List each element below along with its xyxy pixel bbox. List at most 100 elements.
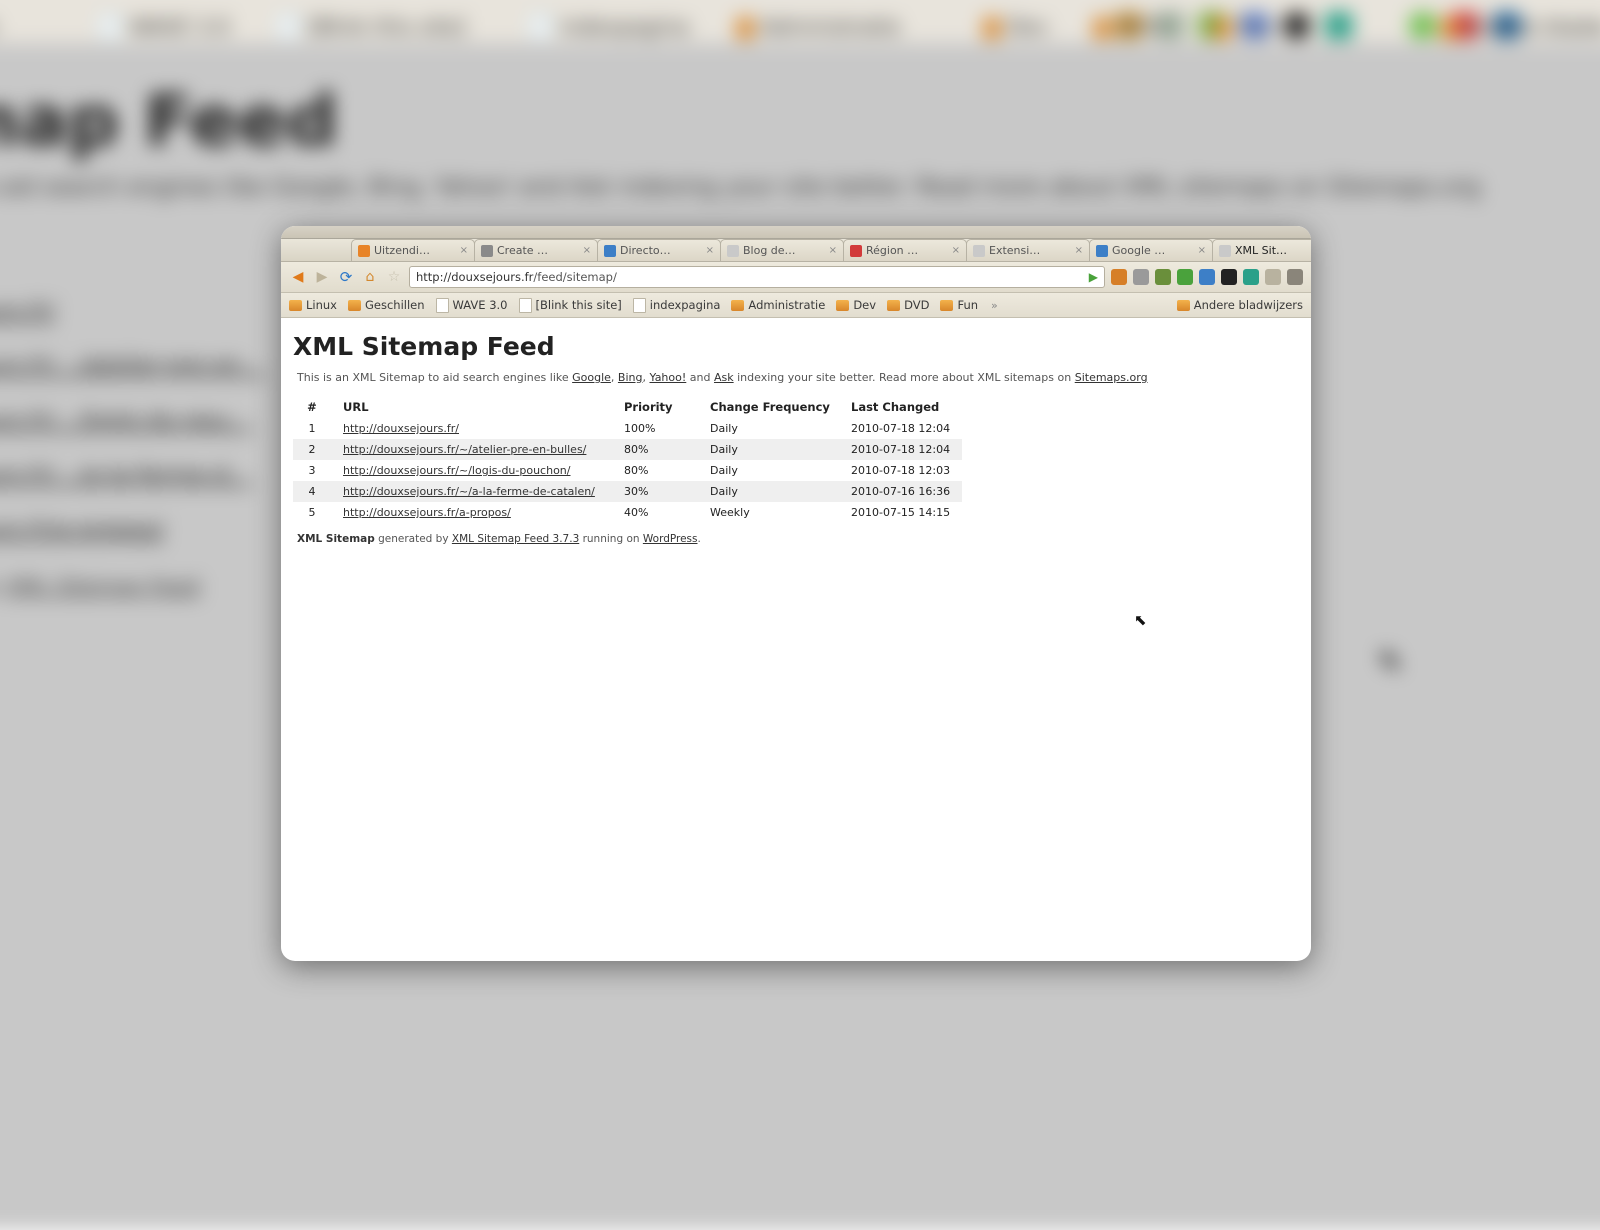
browser-window: Uitzendi…×Create …×Directo…×Blog de…×Rég… <box>281 226 1311 961</box>
tab[interactable]: Blog de…× <box>720 239 844 261</box>
page-title: XML Sitemap Feed <box>293 332 1299 361</box>
tab[interactable]: Extensi… × <box>966 239 1090 261</box>
favicon-icon <box>850 245 862 257</box>
go-button[interactable]: ▶ <box>1089 270 1098 284</box>
url-link[interactable]: http://douxsejours.fr/~/atelier-pre-en-b… <box>343 443 586 456</box>
tab-label: XML Sit… <box>1235 244 1287 257</box>
cell-frequency: Daily <box>706 481 847 502</box>
bookmarks-bar: Linux Geschillen WAVE 3.0 [Blink this site]… <box>281 293 1311 318</box>
bookmark-item[interactable]: Geschillen <box>348 298 425 312</box>
cell-frequency: Daily <box>706 439 847 460</box>
bookmarks-right[interactable]: Andere bladwijzers <box>1177 298 1303 312</box>
link-yahoo[interactable]: Yahoo! <box>649 371 686 384</box>
url-link[interactable]: http://douxsejours.fr/~/a-la-ferme-de-ca… <box>343 485 595 498</box>
close-icon[interactable]: × <box>1075 245 1083 256</box>
close-icon[interactable]: × <box>829 245 837 256</box>
url-host: http://douxsejours.fr <box>416 270 533 284</box>
cell-date: 2010-07-18 12:03 <box>847 460 962 481</box>
bookmark-item[interactable]: indexpagina <box>633 298 721 313</box>
page-content: XML Sitemap Feed This is an XML Sitemap … <box>281 318 1311 557</box>
dash-icon[interactable] <box>1243 269 1259 285</box>
cell-priority: 100% <box>620 418 706 439</box>
bookmark-label: WAVE 3.0 <box>453 298 508 312</box>
tab-label: Extensi… <box>989 244 1040 257</box>
bookmark-label: indexpagina <box>650 298 721 312</box>
folder-icon <box>731 300 744 311</box>
bookmarks-overflow[interactable]: » <box>991 299 998 312</box>
tab[interactable]: Uitzendi…× <box>351 239 475 261</box>
cell-index: 4 <box>293 481 339 502</box>
address-bar[interactable]: http://douxsejours.fr/feed/sitemap/ ▶ <box>409 266 1105 288</box>
cell-priority: 40% <box>620 502 706 523</box>
link-wordpress[interactable]: WordPress <box>643 533 698 545</box>
cell-priority: 30% <box>620 481 706 502</box>
wrench-icon[interactable] <box>1287 269 1303 285</box>
link-ask[interactable]: Ask <box>714 371 734 384</box>
window-titlebar[interactable] <box>281 226 1311 239</box>
forward-button[interactable]: ▶ <box>313 268 331 286</box>
reload-button[interactable]: ⟳ <box>337 268 355 286</box>
close-icon[interactable]: × <box>460 245 468 256</box>
link-sitemaps-org[interactable]: Sitemaps.org <box>1075 371 1148 384</box>
folder-icon <box>289 300 302 311</box>
favicon-icon <box>604 245 616 257</box>
folder-icon <box>836 300 849 311</box>
tab[interactable]: XML Sit…× <box>1212 239 1311 261</box>
cell-date: 2010-07-18 12:04 <box>847 439 962 460</box>
mail-icon[interactable] <box>1133 269 1149 285</box>
bookmark-item[interactable]: Dev <box>836 298 876 312</box>
bookmark-star-button[interactable]: ☆ <box>385 268 403 286</box>
link-plugin[interactable]: XML Sitemap Feed 3.7.3 <box>452 533 579 545</box>
url-link[interactable]: http://douxsejours.fr/ <box>343 422 459 435</box>
bookmark-label: Linux <box>306 298 337 312</box>
url-link[interactable]: http://douxsejours.fr/a-propos/ <box>343 506 511 519</box>
back-button[interactable]: ◀ <box>289 268 307 286</box>
tab-label: Google … <box>1112 244 1165 257</box>
close-icon[interactable]: × <box>706 245 714 256</box>
tab[interactable]: Google … × <box>1089 239 1213 261</box>
tab[interactable]: Région …× <box>843 239 967 261</box>
cursor-icon: ⬉ <box>1134 611 1147 629</box>
link-bing[interactable]: Bing <box>618 371 643 384</box>
table-row: 5http://douxsejours.fr/a-propos/40%Weekl… <box>293 502 962 523</box>
bookmark-item[interactable]: Administratie <box>731 298 825 312</box>
folder-icon <box>348 300 361 311</box>
home-button[interactable]: ⌂ <box>361 268 379 286</box>
bookmark-item[interactable]: Linux <box>289 298 337 312</box>
navigation-toolbar: ◀ ▶ ⟳ ⌂ ☆ http://douxsejours.fr/feed/sit… <box>281 262 1311 293</box>
globe-icon[interactable] <box>1199 269 1215 285</box>
tab-strip: Uitzendi…×Create …×Directo…×Blog de…×Rég… <box>281 239 1311 262</box>
tab-label: Directo… <box>620 244 671 257</box>
page-icon[interactable] <box>1265 269 1281 285</box>
table-row: 3 http://douxsejours.fr/~/logis-du-poucho… <box>293 460 962 481</box>
column-header: Priority <box>620 396 706 418</box>
leaf-icon[interactable] <box>1155 269 1171 285</box>
favicon-icon <box>358 245 370 257</box>
column-header: Change Frequency <box>706 396 847 418</box>
close-icon[interactable]: × <box>583 245 591 256</box>
favicon-icon <box>481 245 493 257</box>
tab-label: Create … <box>497 244 548 257</box>
bookmark-item[interactable]: [Blink this site] <box>519 298 622 313</box>
tab[interactable]: Directo… × <box>597 239 721 261</box>
close-icon[interactable]: × <box>952 245 960 256</box>
bug-icon[interactable] <box>1177 269 1193 285</box>
url-link[interactable]: http://douxsejours.fr/~/logis-du-pouchon… <box>343 464 570 477</box>
cell-index: 3 <box>293 460 339 481</box>
bookmark-item[interactable]: Fun <box>940 298 978 312</box>
cell-date: 2010-07-16 16:36 <box>847 481 962 502</box>
cell-priority: 80% <box>620 460 706 481</box>
favicon-icon <box>727 245 739 257</box>
close-icon[interactable]: × <box>1198 245 1206 256</box>
link-google[interactable]: Google <box>572 371 611 384</box>
folder-icon <box>940 300 953 311</box>
bookmark-label: [Blink this site] <box>536 298 622 312</box>
cell-date: 2010-07-18 12:04 <box>847 418 962 439</box>
plugin-icon[interactable] <box>1111 269 1127 285</box>
bookmark-item[interactable]: WAVE 3.0 <box>436 298 508 313</box>
record-icon[interactable] <box>1221 269 1237 285</box>
tab[interactable]: Create … × <box>474 239 598 261</box>
column-header: # <box>293 396 339 418</box>
bookmark-item[interactable]: DVD <box>887 298 929 312</box>
bookmark-label: Fun <box>957 298 978 312</box>
